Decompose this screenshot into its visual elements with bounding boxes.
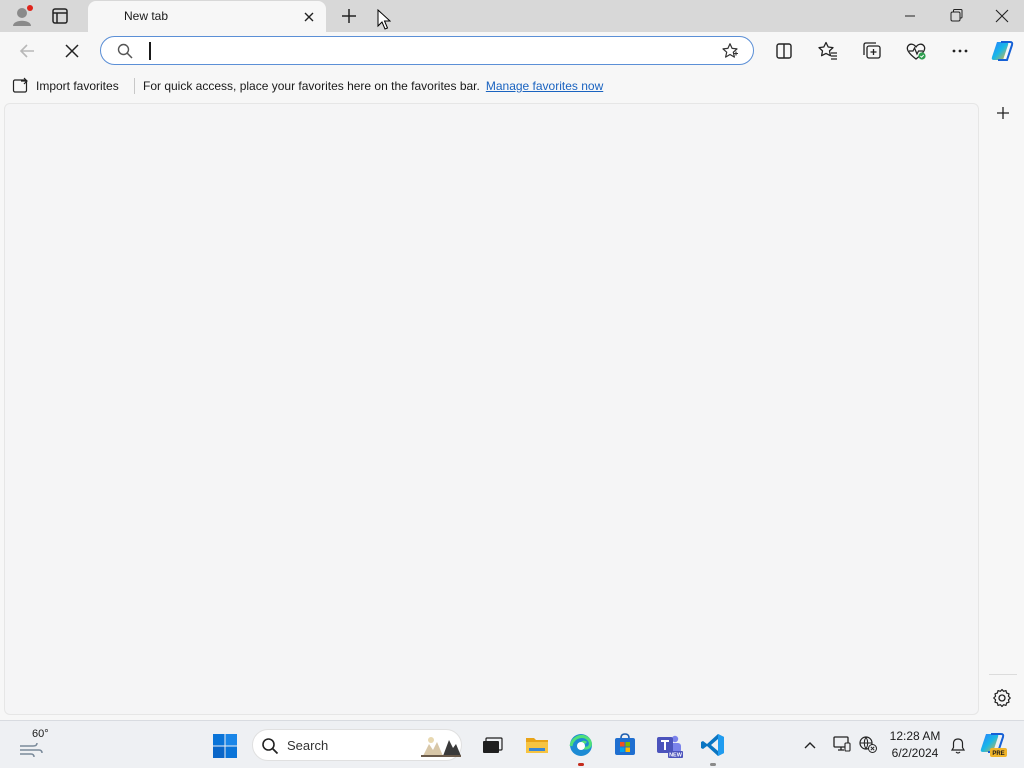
- edge-browser-button[interactable]: [567, 731, 595, 759]
- edge-icon: [569, 734, 592, 756]
- favorites-bar: Import favorites For quick access, place…: [0, 70, 985, 102]
- start-button[interactable]: [212, 733, 238, 759]
- address-input[interactable]: [147, 40, 707, 61]
- network-disconnected-icon: [859, 736, 877, 753]
- show-hidden-icons-button[interactable]: [800, 735, 820, 755]
- more-icon: [952, 49, 968, 53]
- tab-actions-button[interactable]: [46, 4, 74, 28]
- sidebar-divider: [989, 674, 1017, 675]
- monitor-icon: [833, 736, 851, 752]
- window-close-button[interactable]: [980, 0, 1024, 32]
- display-tray-button[interactable]: [832, 734, 852, 754]
- taskbar-search-label: Search: [287, 738, 329, 753]
- tab-actions-icon: [52, 8, 68, 24]
- weather-widget[interactable]: 60°: [16, 727, 56, 763]
- favorites-button[interactable]: [814, 38, 842, 64]
- teams-icon: NEW: [657, 735, 683, 759]
- close-icon: [995, 9, 1009, 23]
- close-icon: [304, 12, 314, 22]
- back-button[interactable]: [14, 38, 42, 64]
- weather-temperature: 60°: [32, 728, 49, 740]
- tab-title: New tab: [124, 9, 169, 23]
- plus-icon: [997, 107, 1009, 119]
- teams-new-badge: NEW: [669, 753, 683, 759]
- search-icon: [261, 737, 279, 755]
- microsoft-store-button[interactable]: [611, 731, 639, 759]
- windows-logo-icon: [213, 734, 237, 758]
- clock-date[interactable]: 6/2/2024: [886, 746, 944, 760]
- plus-icon: [342, 9, 356, 23]
- search-highlight-icon: [419, 734, 461, 758]
- browser-toolbar: [0, 32, 1024, 70]
- heart-pulse-icon: [906, 43, 926, 60]
- settings-and-more-button[interactable]: [946, 38, 974, 64]
- tab-new-tab[interactable]: New tab: [88, 1, 326, 32]
- notification-icon: [950, 738, 966, 754]
- minimize-button[interactable]: [888, 0, 932, 32]
- stop-loading-button[interactable]: [58, 38, 86, 64]
- favorites-hint: For quick access, place your favorites h…: [143, 79, 603, 93]
- tab-close-button[interactable]: [300, 8, 318, 26]
- address-bar[interactable]: [100, 36, 754, 65]
- arrow-left-icon: [19, 44, 34, 58]
- notifications-button[interactable]: [948, 735, 968, 755]
- text-caret: [149, 42, 151, 60]
- restore-icon: [950, 9, 963, 22]
- tab-strip: New tab: [0, 0, 1024, 32]
- vscode-running-indicator: [710, 763, 716, 766]
- browser-essentials-button[interactable]: [902, 38, 930, 64]
- task-view-icon: [483, 737, 503, 753]
- copilot-taskbar-button[interactable]: PRE: [978, 731, 1008, 759]
- new-tab-button[interactable]: [336, 4, 362, 28]
- file-explorer-button[interactable]: [523, 731, 551, 759]
- edge-sidebar: [985, 70, 1024, 718]
- sidebar-add-button[interactable]: [993, 103, 1013, 123]
- search-icon: [117, 43, 133, 59]
- manage-favorites-link[interactable]: Manage favorites now: [486, 79, 603, 93]
- favorites-hint-text: For quick access, place your favorites h…: [143, 79, 480, 93]
- mouse-cursor-icon: [377, 9, 391, 31]
- add-favorite-button[interactable]: [721, 42, 739, 60]
- wind-icon: [20, 742, 43, 758]
- windows-taskbar: 60° Search NEW 12:28 AM 6/2/2024 PRE: [0, 720, 1024, 768]
- sidebar-settings-button[interactable]: [991, 687, 1013, 709]
- copilot-pre-badge: PRE: [992, 751, 1004, 757]
- import-favorites-icon: [12, 77, 28, 93]
- task-view-button[interactable]: [478, 731, 506, 759]
- collections-icon: [863, 42, 881, 59]
- split-screen-button[interactable]: [770, 38, 798, 64]
- copilot-button[interactable]: [988, 38, 1016, 64]
- taskbar-search[interactable]: Search: [252, 729, 462, 761]
- vscode-button[interactable]: [699, 731, 727, 759]
- split-screen-icon: [776, 43, 792, 59]
- collections-button[interactable]: [858, 38, 886, 64]
- minimize-icon: [905, 15, 915, 17]
- vscode-icon: [701, 734, 724, 756]
- store-icon: [615, 733, 635, 755]
- star-icon: [722, 43, 738, 58]
- profile-notification-dot: [27, 5, 33, 11]
- import-favorites-label: Import favorites: [36, 79, 119, 93]
- copilot-icon: [991, 41, 1014, 61]
- folder-icon: [526, 738, 548, 753]
- clock-time[interactable]: 12:28 AM: [886, 729, 944, 743]
- network-tray-button[interactable]: [858, 734, 878, 754]
- favorites-separator: [134, 78, 135, 94]
- copilot-icon: PRE: [980, 733, 1007, 757]
- page-content[interactable]: [4, 103, 979, 715]
- favorites-icon: [818, 41, 837, 60]
- gear-icon: [993, 688, 1011, 708]
- edge-active-indicator: [578, 763, 584, 766]
- restore-button[interactable]: [934, 0, 978, 32]
- import-favorites-button[interactable]: Import favorites: [12, 77, 119, 95]
- stop-icon: [65, 44, 79, 58]
- chevron-up-icon: [804, 742, 816, 749]
- teams-button[interactable]: NEW: [655, 731, 683, 759]
